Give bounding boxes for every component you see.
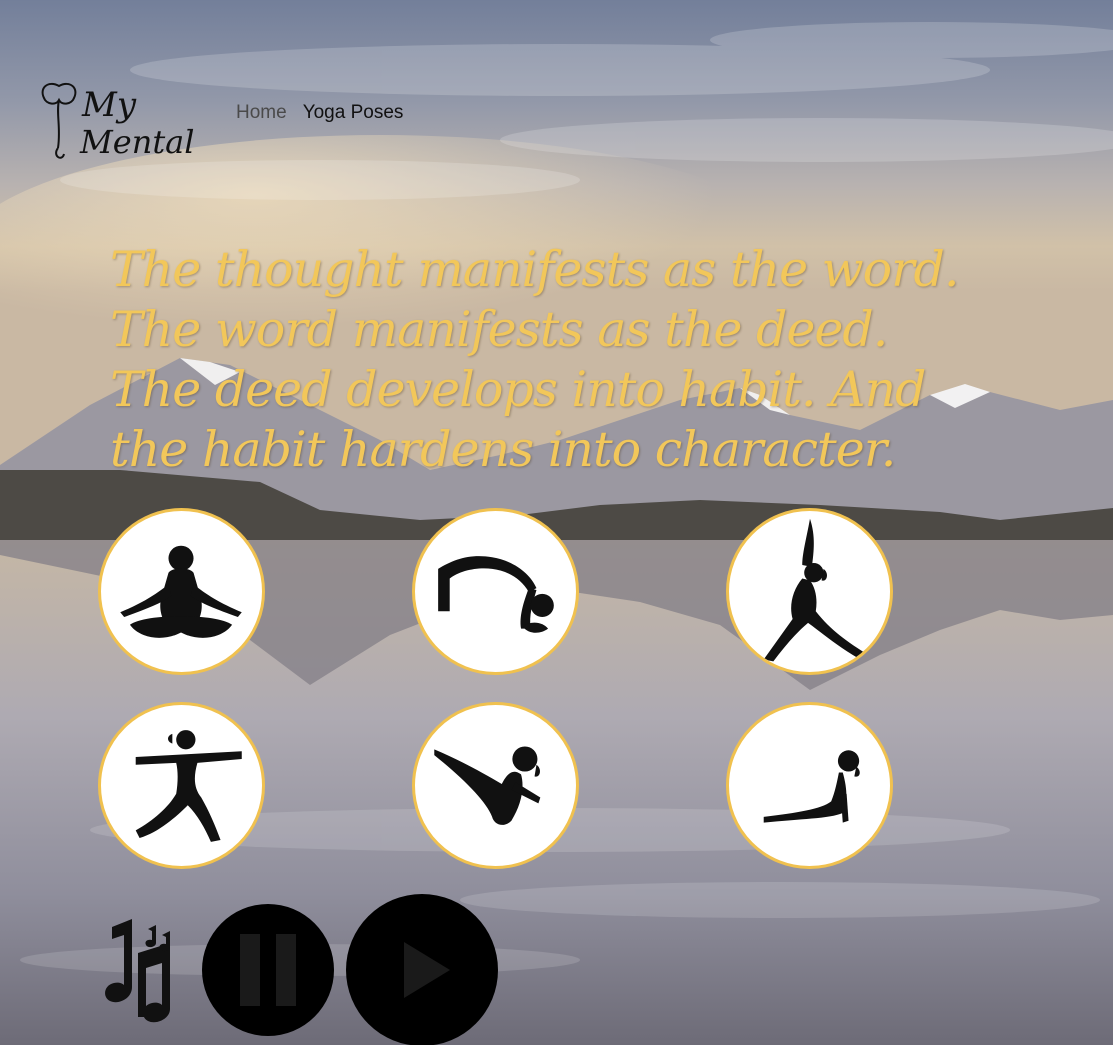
pause-icon[interactable] — [202, 904, 334, 1036]
cobra-pose-icon — [763, 750, 860, 823]
main-nav: Home Yoga Poses — [236, 102, 403, 124]
logo-text-mental: Mental — [80, 123, 195, 161]
boat-pose-icon — [434, 746, 541, 825]
play-icon[interactable] — [346, 894, 498, 1045]
nav-yoga-poses-link[interactable]: Yoga Poses — [303, 102, 404, 124]
warrior-pose-icon — [135, 730, 242, 842]
pose-card-boat[interactable] — [412, 702, 579, 869]
quote-text: The thought manifests as the word. The w… — [110, 241, 959, 478]
pose-card-cobra[interactable] — [726, 702, 893, 869]
flower-icon — [41, 82, 77, 159]
pose-card-warrior[interactable] — [98, 702, 265, 869]
crescent-lunge-pose-icon — [763, 518, 870, 662]
bridge-pose-icon — [438, 556, 554, 633]
lotus-pose-icon — [120, 545, 242, 638]
music-notes-icon — [105, 919, 170, 1023]
pose-card-lotus[interactable] — [98, 508, 265, 675]
logo-text-my: My — [82, 85, 137, 125]
nav-home-link[interactable]: Home — [236, 102, 287, 124]
site-logo[interactable]: My Mental — [34, 78, 199, 168]
pose-card-crescent-lunge[interactable] — [726, 508, 893, 675]
pose-card-bridge[interactable] — [412, 508, 579, 675]
